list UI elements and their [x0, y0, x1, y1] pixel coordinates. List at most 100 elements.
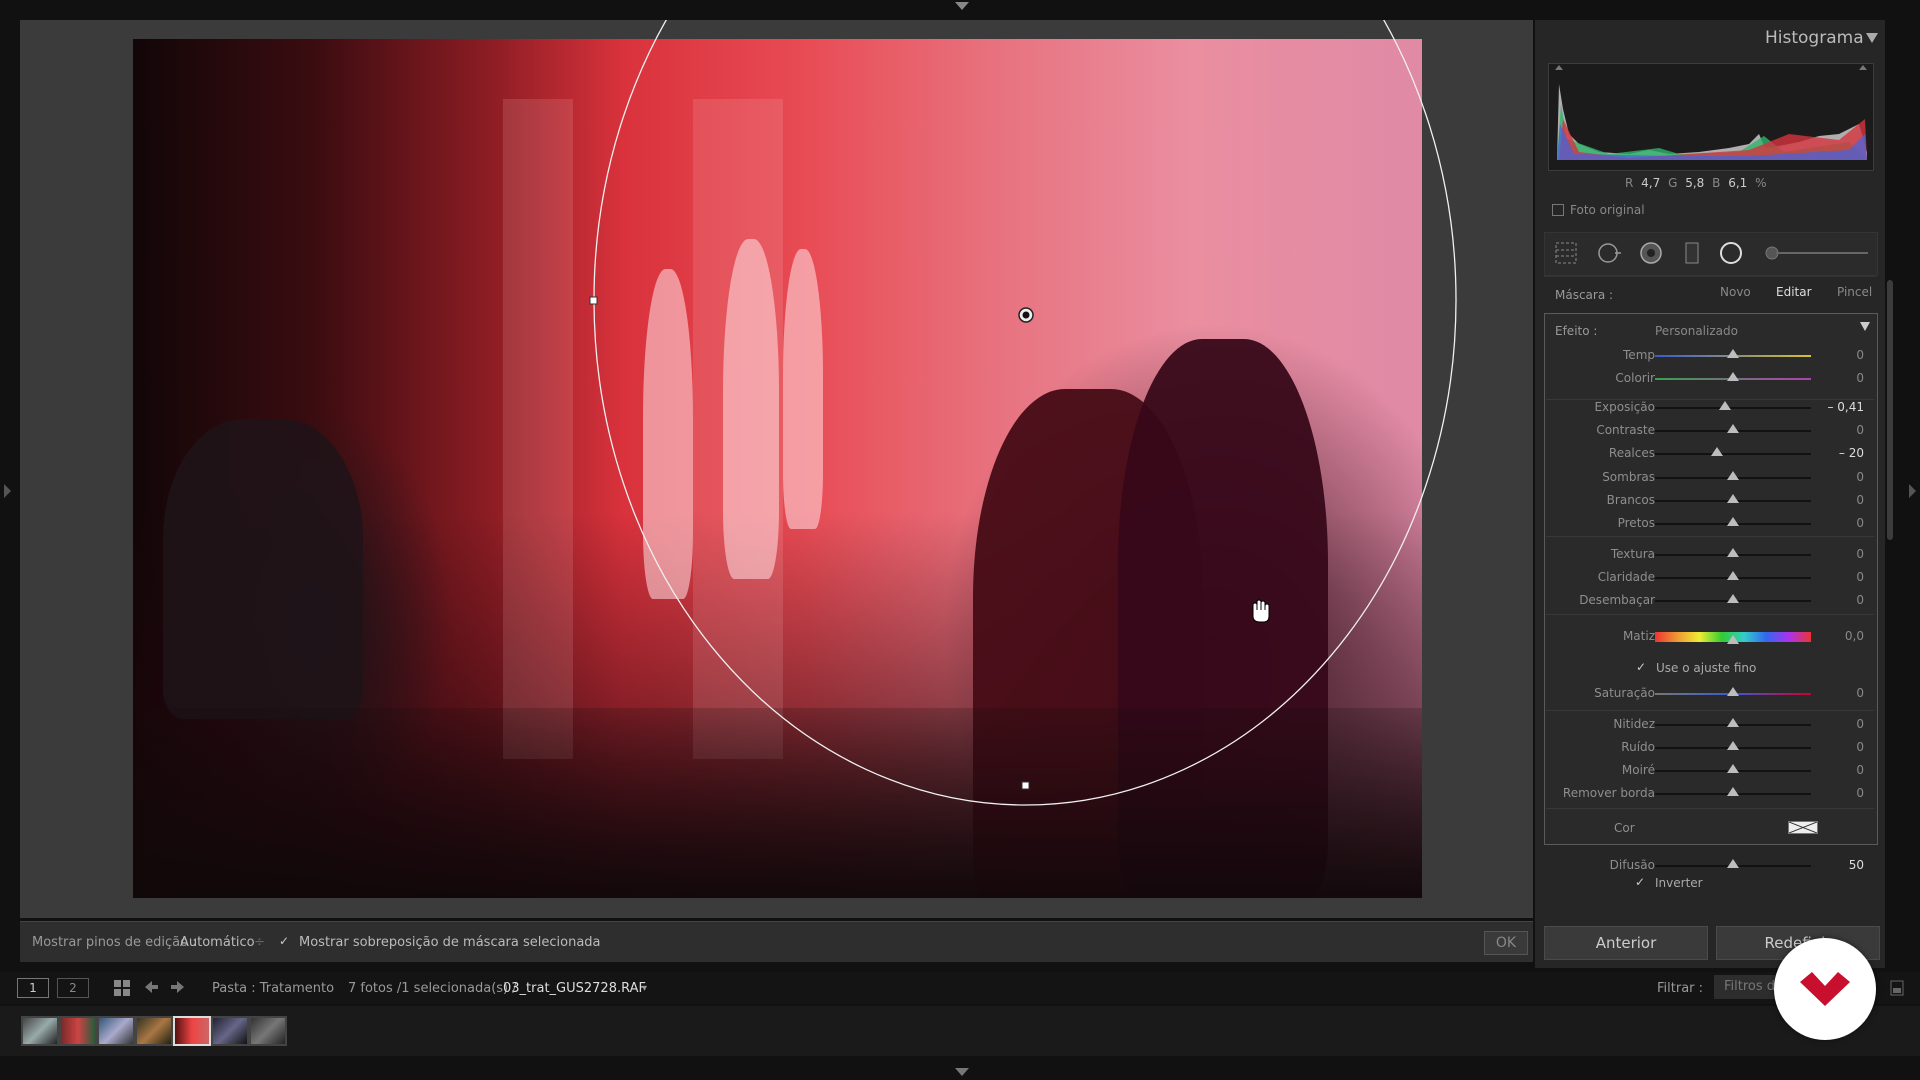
slider-value[interactable]: 0: [1856, 786, 1864, 800]
radial-filter-icon[interactable]: [1719, 241, 1743, 265]
slider-value[interactable]: 0,0: [1845, 629, 1864, 643]
mask-tab-new[interactable]: Novo: [1720, 285, 1751, 299]
radial-mask-ellipse[interactable]: [593, 20, 1457, 806]
slider-track[interactable]: [1655, 407, 1811, 409]
effect-collapse-icon[interactable]: [1860, 322, 1870, 331]
slider-thumb[interactable]: [1727, 349, 1739, 358]
slider-thumb[interactable]: [1727, 471, 1739, 480]
slider-thumb[interactable]: [1727, 594, 1739, 603]
slider-thumb[interactable]: [1727, 787, 1739, 796]
fine-adjust-checkbox[interactable]: ✓: [1635, 661, 1647, 673]
slider-value[interactable]: 0: [1856, 547, 1864, 561]
red-eye-icon[interactable]: [1639, 241, 1663, 265]
bottom-panel-toggle-icon[interactable]: [955, 1068, 969, 1076]
slider-thumb[interactable]: [1727, 635, 1739, 644]
top-panel-toggle-icon[interactable]: [955, 2, 969, 10]
original-photo-checkbox[interactable]: [1552, 204, 1564, 216]
filmstrip-thumbnail[interactable]: [21, 1016, 59, 1046]
mask-handle-bottom[interactable]: [1021, 781, 1030, 790]
slider-label: Pretos: [1617, 516, 1655, 530]
filter-lock-icon[interactable]: [1890, 980, 1904, 996]
radial-mask-overlay[interactable]: [133, 20, 1533, 920]
slider-row: Saturação 0: [1544, 683, 1876, 705]
slider-thumb[interactable]: [1727, 517, 1739, 526]
filmstrip: [0, 1006, 1920, 1056]
slider-value[interactable]: 50: [1849, 858, 1864, 872]
slider-label: Claridade: [1597, 570, 1655, 584]
slider-track[interactable]: [1655, 453, 1811, 455]
histogram-title[interactable]: Histograma: [1765, 28, 1864, 48]
slider-thumb[interactable]: [1727, 741, 1739, 750]
slider-thumb[interactable]: [1727, 764, 1739, 773]
previous-button[interactable]: Anterior: [1544, 926, 1708, 960]
graduated-filter-icon[interactable]: [1680, 241, 1704, 265]
filename-dropdown-icon[interactable]: ▾: [642, 983, 647, 994]
slider-value[interactable]: 0: [1856, 516, 1864, 530]
slider-value[interactable]: 0: [1856, 570, 1864, 584]
r-value: 4,7: [1641, 176, 1661, 190]
show-pins-select-arrow-icon[interactable]: ÷: [254, 935, 265, 950]
slider-value[interactable]: 0: [1856, 493, 1864, 507]
slider-value[interactable]: 0: [1856, 470, 1864, 484]
slider-thumb[interactable]: [1727, 687, 1739, 696]
effect-label: Efeito :: [1555, 324, 1598, 338]
grid-view-icon[interactable]: [113, 979, 131, 997]
slider-value[interactable]: 0: [1856, 348, 1864, 362]
slider-value[interactable]: 0: [1856, 740, 1864, 754]
slider-row: Temp 0: [1544, 345, 1876, 367]
mask-tab-edit[interactable]: Editar: [1776, 285, 1812, 299]
mask-tab-brush[interactable]: Pincel: [1837, 285, 1872, 299]
slider-value[interactable]: 0: [1856, 423, 1864, 437]
color-swatch[interactable]: [1788, 821, 1818, 834]
slider-thumb[interactable]: [1727, 859, 1739, 868]
spot-removal-icon[interactable]: [1597, 241, 1621, 265]
filmstrip-thumbnail[interactable]: [211, 1016, 249, 1046]
slider-thumb[interactable]: [1727, 494, 1739, 503]
show-pins-select[interactable]: Automático: [180, 935, 255, 950]
slider-value[interactable]: 0: [1856, 371, 1864, 385]
slider-value[interactable]: – 0,41: [1827, 400, 1864, 414]
slider-thumb[interactable]: [1727, 571, 1739, 580]
crop-overlay-icon[interactable]: [1554, 241, 1578, 265]
ok-button[interactable]: OK: [1484, 931, 1528, 955]
mask-handle-left[interactable]: [589, 296, 598, 305]
slider-value[interactable]: – 20: [1839, 446, 1864, 460]
slider-thumb[interactable]: [1711, 447, 1724, 456]
g-label: G: [1668, 176, 1678, 190]
invert-checkbox[interactable]: ✓: [1634, 876, 1646, 888]
selected-filename[interactable]: 03_trat_GUS2728.RAF: [503, 981, 646, 996]
filmstrip-thumbnail-selected[interactable]: [173, 1016, 211, 1046]
filmstrip-thumbnail[interactable]: [249, 1016, 287, 1046]
histogram-collapse-icon[interactable]: [1866, 33, 1878, 43]
adjustment-brush-icon[interactable]: [1760, 241, 1870, 265]
slider-label: Colorir: [1615, 371, 1655, 385]
slider-thumb[interactable]: [1727, 372, 1739, 381]
slider-thumb[interactable]: [1727, 548, 1739, 557]
view-2-button[interactable]: 2: [57, 978, 89, 998]
mask-label: Máscara :: [1555, 288, 1614, 302]
slider-label: Moiré: [1621, 763, 1655, 777]
slider-row: Matiz 0,0: [1544, 626, 1876, 648]
filmstrip-thumbnail[interactable]: [97, 1016, 135, 1046]
panel-scrollbar[interactable]: [1887, 280, 1893, 540]
filmstrip-thumbnail[interactable]: [135, 1016, 173, 1046]
left-panel-toggle-icon[interactable]: [4, 484, 11, 498]
forward-arrow-icon[interactable]: [170, 979, 186, 995]
slider-value[interactable]: 0: [1856, 593, 1864, 607]
folder-label[interactable]: Pasta : Tratamento: [212, 981, 334, 996]
slider-thumb[interactable]: [1727, 424, 1739, 433]
back-arrow-icon[interactable]: [143, 979, 159, 995]
slider-value[interactable]: 0: [1856, 763, 1864, 777]
original-photo-label: Foto original: [1570, 203, 1645, 217]
filmstrip-thumbnail[interactable]: [59, 1016, 97, 1046]
slider-label: Temp: [1623, 348, 1655, 362]
right-panel-toggle-icon[interactable]: [1909, 484, 1916, 498]
slider-value[interactable]: 0: [1856, 686, 1864, 700]
slider-value[interactable]: 0: [1856, 717, 1864, 731]
show-overlay-checkbox[interactable]: ✓: [278, 935, 290, 947]
view-1-button[interactable]: 1: [17, 978, 49, 998]
effect-preset-select[interactable]: Personalizado: [1655, 324, 1738, 338]
slider-thumb[interactable]: [1727, 718, 1739, 727]
slider-thumb[interactable]: [1719, 401, 1732, 410]
slider-row: Exposição – 0,41: [1544, 397, 1876, 419]
